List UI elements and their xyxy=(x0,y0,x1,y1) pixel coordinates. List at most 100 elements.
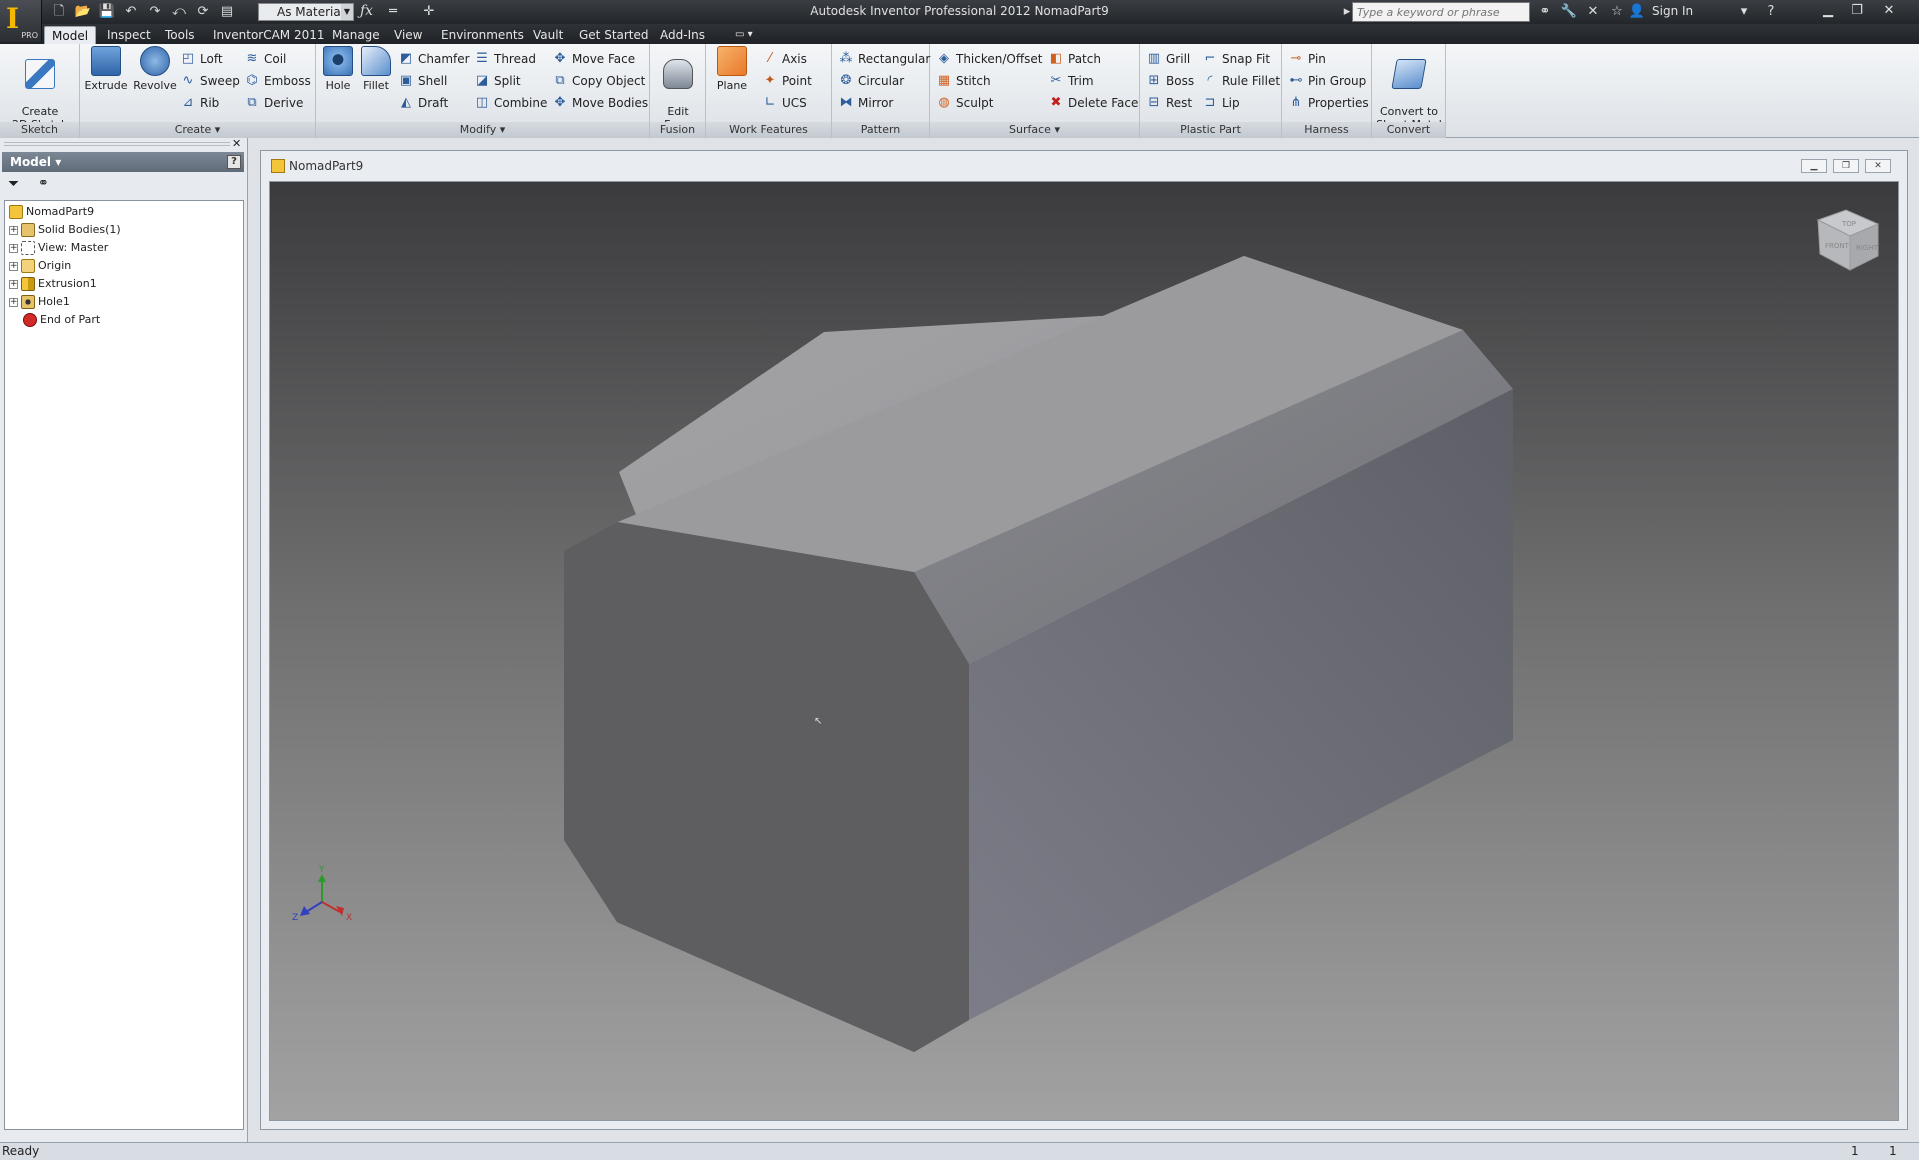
redo-icon[interactable]: ↷ xyxy=(146,4,164,20)
panel-title-modify[interactable]: Modify ▾ xyxy=(316,122,649,138)
pin-button[interactable]: ⊸ Pin xyxy=(1288,48,1326,70)
tree-node-hole[interactable]: + Hole1 xyxy=(9,293,70,311)
subscription-icon[interactable]: 🔧 xyxy=(1560,3,1578,21)
move-face-button[interactable]: ✥ Move Face xyxy=(552,48,636,70)
find-binoculars-icon[interactable]: ⚭ xyxy=(38,176,49,191)
filter-icon[interactable]: ⏷ xyxy=(8,176,19,192)
panel-title-create[interactable]: Create ▾ xyxy=(80,122,315,138)
undo-icon[interactable]: ↶ xyxy=(122,4,140,20)
expand-icon[interactable]: + xyxy=(9,225,18,235)
rectangular-pattern-button[interactable]: ⁂ Rectangular xyxy=(838,48,931,70)
extrude-button[interactable]: Extrude xyxy=(84,46,128,92)
tab-manage[interactable]: Manage xyxy=(325,26,387,44)
create-2d-sketch-button[interactable]: Create 2D Sketch xyxy=(6,46,74,131)
loft-button[interactable]: ◰ Loft xyxy=(180,48,223,70)
parameters-icon[interactable]: ƒx xyxy=(360,3,373,19)
part-front-face-inner[interactable] xyxy=(564,522,969,1052)
split-button[interactable]: ◪ Split xyxy=(474,70,521,92)
tab-inventorcam[interactable]: InventorCAM 2011 xyxy=(206,26,332,44)
material-select[interactable]: As Material ▼ xyxy=(258,3,354,21)
select-mode-icon[interactable]: ✛ xyxy=(420,3,438,21)
lip-button[interactable]: ⊐ Lip xyxy=(1202,92,1240,114)
revolve-button[interactable]: Revolve xyxy=(130,46,180,92)
tab-add-ins[interactable]: Add-Ins xyxy=(653,26,712,44)
coil-button[interactable]: ≋ Coil xyxy=(244,48,287,70)
rule-fillet-button[interactable]: ◜ Rule Fillet xyxy=(1202,70,1280,92)
communication-center-icon[interactable]: ✕ xyxy=(1584,3,1602,21)
graphics-viewport[interactable]: ↖ TOP FRONT RIGHT Y X Z xyxy=(269,181,1899,1121)
save-icon[interactable]: 💾 xyxy=(98,4,116,20)
point-button[interactable]: ✦ Point xyxy=(762,70,812,92)
sweep-button[interactable]: ∿ Sweep xyxy=(180,70,240,92)
close-button[interactable]: ✕ xyxy=(1876,1,1902,21)
panel-title-surface[interactable]: Surface ▾ xyxy=(930,122,1139,138)
doc-minimize-button[interactable]: ▁ xyxy=(1801,159,1827,173)
tab-environments[interactable]: Environments xyxy=(434,26,531,44)
expand-icon[interactable]: + xyxy=(9,243,18,253)
sign-in-link[interactable]: Sign In xyxy=(1652,4,1693,18)
ribbon-options-icon[interactable]: ▭ ▾ xyxy=(728,26,760,44)
sculpt-button[interactable]: ◍ Sculpt xyxy=(936,92,993,114)
binoculars-icon[interactable]: ⚭ xyxy=(1536,3,1554,21)
rib-button[interactable]: ⊿ Rib xyxy=(180,92,220,114)
snap-fit-button[interactable]: ⌐ Snap Fit xyxy=(1202,48,1271,70)
restore-button[interactable]: ❐ xyxy=(1844,1,1870,21)
help-icon[interactable]: ? xyxy=(1762,3,1780,21)
open-file-icon[interactable]: 📂 xyxy=(74,4,92,20)
shell-button[interactable]: ▣ Shell xyxy=(398,70,447,92)
application-menu-button[interactable]: I PRO xyxy=(0,0,42,42)
copy-object-button[interactable]: ⧉ Copy Object xyxy=(552,70,645,92)
properties-button[interactable]: ⋔ Properties xyxy=(1288,92,1369,114)
ucs-button[interactable]: ∟ UCS xyxy=(762,92,807,114)
mirror-button[interactable]: ⧓ Mirror xyxy=(838,92,894,114)
measure-icon[interactable]: ═ xyxy=(384,3,402,21)
thicken-offset-button[interactable]: ◈ Thicken/Offset xyxy=(936,48,1042,70)
new-file-icon[interactable]: 🗋 xyxy=(50,4,68,20)
browser-header[interactable]: Model ▾ ? xyxy=(2,152,244,172)
trim-button[interactable]: ✂ Trim xyxy=(1048,70,1094,92)
tab-tools[interactable]: Tools xyxy=(158,26,202,44)
minimize-button[interactable]: ▁ xyxy=(1815,1,1841,21)
grill-button[interactable]: ▥ Grill xyxy=(1146,48,1190,70)
axis-button[interactable]: ⁄ Axis xyxy=(762,48,807,70)
tab-model[interactable]: Model xyxy=(44,26,97,44)
chamfer-button[interactable]: ◩ Chamfer xyxy=(398,48,470,70)
tab-get-started[interactable]: Get Started xyxy=(572,26,656,44)
part-model[interactable]: ↖ TOP FRONT RIGHT Y X Z xyxy=(270,182,1899,1121)
help-search-input[interactable] xyxy=(1352,2,1530,22)
tree-node-origin[interactable]: + Origin xyxy=(9,257,71,275)
doc-restore-button[interactable]: ❐ xyxy=(1833,159,1859,173)
emboss-button[interactable]: ⌬ Emboss xyxy=(244,70,310,92)
derive-button[interactable]: ⧉ Derive xyxy=(244,92,303,114)
expand-icon[interactable]: + xyxy=(9,297,18,307)
circular-pattern-button[interactable]: ❂ Circular xyxy=(838,70,905,92)
tree-node-solid-bodies[interactable]: + Solid Bodies(1) xyxy=(9,221,121,239)
tab-vault[interactable]: Vault xyxy=(526,26,570,44)
tree-node-extrusion[interactable]: + Extrusion1 xyxy=(9,275,97,293)
fillet-button[interactable]: Fillet xyxy=(358,46,394,92)
move-bodies-button[interactable]: ✥ Move Bodies xyxy=(552,92,649,114)
browser-close-icon[interactable]: ✕ xyxy=(232,137,241,150)
patch-button[interactable]: ◧ Patch xyxy=(1048,48,1101,70)
boss-button[interactable]: ⊞ Boss xyxy=(1146,70,1195,92)
tree-node-part[interactable]: NomadPart9 xyxy=(9,203,94,221)
combine-button[interactable]: ◫ Combine xyxy=(474,92,548,114)
convert-to-sheet-metal-button[interactable]: Convert to Sheet Metal xyxy=(1374,46,1444,131)
tab-view[interactable]: View xyxy=(387,26,429,44)
expand-icon[interactable]: + xyxy=(9,261,18,271)
thread-button[interactable]: ☰ Thread xyxy=(474,48,536,70)
project-icon[interactable]: ▤ xyxy=(218,4,236,20)
expand-icon[interactable]: + xyxy=(9,279,18,289)
browser-help-icon[interactable]: ? xyxy=(227,155,241,169)
draft-button[interactable]: ◭ Draft xyxy=(398,92,448,114)
edit-form-button[interactable]: Edit Form xyxy=(654,46,702,131)
rest-button[interactable]: ⊟ Rest xyxy=(1146,92,1193,114)
pin-group-button[interactable]: ⊷ Pin Group xyxy=(1288,70,1367,92)
doc-close-button[interactable]: ✕ xyxy=(1865,159,1891,173)
stitch-button[interactable]: ▦ Stitch xyxy=(936,70,991,92)
viewcube[interactable]: TOP FRONT RIGHT xyxy=(1816,209,1880,271)
browser-grip[interactable] xyxy=(4,142,230,146)
hole-button[interactable]: Hole xyxy=(320,46,356,92)
delete-face-button[interactable]: ✖ Delete Face xyxy=(1048,92,1139,114)
plane-button[interactable]: Plane xyxy=(710,46,754,92)
